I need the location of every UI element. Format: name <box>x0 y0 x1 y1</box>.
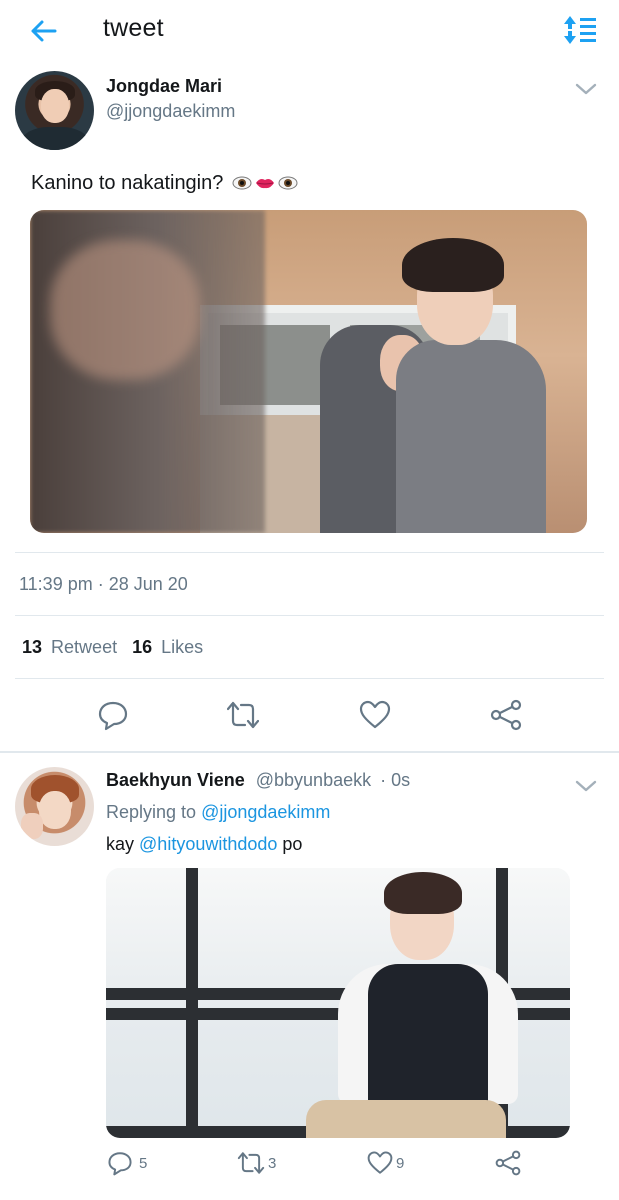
tweet-stats: 13 Retweet 16 Likes <box>22 637 203 658</box>
reply-retweet-count: 3 <box>268 1154 277 1172</box>
retweet-icon[interactable] <box>227 699 259 731</box>
tweet-photo[interactable] <box>30 210 587 533</box>
share-icon[interactable] <box>495 1150 521 1176</box>
reply-like-action[interactable]: 9 <box>367 1150 404 1176</box>
likes-label[interactable]: Likes <box>161 637 203 657</box>
replying-prefix: Replying to <box>106 802 197 822</box>
divider <box>15 552 604 553</box>
mention-link[interactable]: @hityouwithdodo <box>139 834 277 854</box>
top-bar: tweet <box>0 0 619 62</box>
arrow-left-icon[interactable] <box>28 16 58 46</box>
reply-header: Baekhyun Viene @bbyunbaekk · 0s <box>106 770 410 791</box>
divider <box>15 615 604 616</box>
retweet-icon[interactable] <box>236 1150 266 1176</box>
share-icon[interactable] <box>490 699 522 731</box>
reply-icon[interactable] <box>97 699 129 731</box>
divider <box>0 751 619 753</box>
reply-reply-action[interactable]: 5 <box>107 1150 147 1176</box>
like-icon[interactable] <box>367 1150 393 1176</box>
reply-icon[interactable] <box>107 1150 133 1176</box>
reply-text: kay @hityouwithdodo po <box>106 834 302 855</box>
reply-author-name[interactable]: Baekhyun Viene <box>106 770 245 790</box>
author-avatar[interactable] <box>15 71 94 150</box>
reply-like-count: 9 <box>396 1154 405 1172</box>
reply-text-suffix: po <box>282 834 303 854</box>
reply-photo[interactable] <box>106 868 570 1138</box>
sort-icon[interactable] <box>562 14 598 46</box>
eye-icon <box>278 176 298 190</box>
reply-author-handle[interactable]: @bbyunbaekk <box>256 770 371 790</box>
author-name[interactable]: Jongdae Mari <box>106 76 222 97</box>
author-handle[interactable]: @jjongdaekimm <box>106 101 235 122</box>
replying-to: Replying to @jjongdaekimm <box>106 802 330 823</box>
likes-count[interactable]: 16 <box>132 637 152 657</box>
retweet-count[interactable]: 13 <box>22 637 42 657</box>
like-icon[interactable] <box>359 699 391 731</box>
page-title: tweet <box>103 14 164 42</box>
divider <box>15 678 604 679</box>
tweet-timestamp[interactable]: 11:39 pm · 28 Jun 20 <box>19 574 188 595</box>
reply-author-avatar[interactable] <box>15 767 94 846</box>
tweet-text-content: Kanino to nakatingin? <box>31 172 224 194</box>
retweet-label[interactable]: Retweet <box>51 637 117 657</box>
chevron-down-icon[interactable] <box>574 777 598 795</box>
eye-icon <box>232 176 252 190</box>
reply-retweet-action[interactable]: 3 <box>236 1150 276 1176</box>
replying-handle-link[interactable]: @jjongdaekimm <box>201 802 330 822</box>
reply-time: · 0s <box>380 770 411 790</box>
reply-text-prefix: kay <box>106 834 135 854</box>
chevron-down-icon[interactable] <box>574 80 598 98</box>
tweet-text: Kanino to nakatingin? <box>31 172 298 195</box>
lips-icon <box>255 179 274 189</box>
reply-count: 5 <box>139 1154 148 1172</box>
